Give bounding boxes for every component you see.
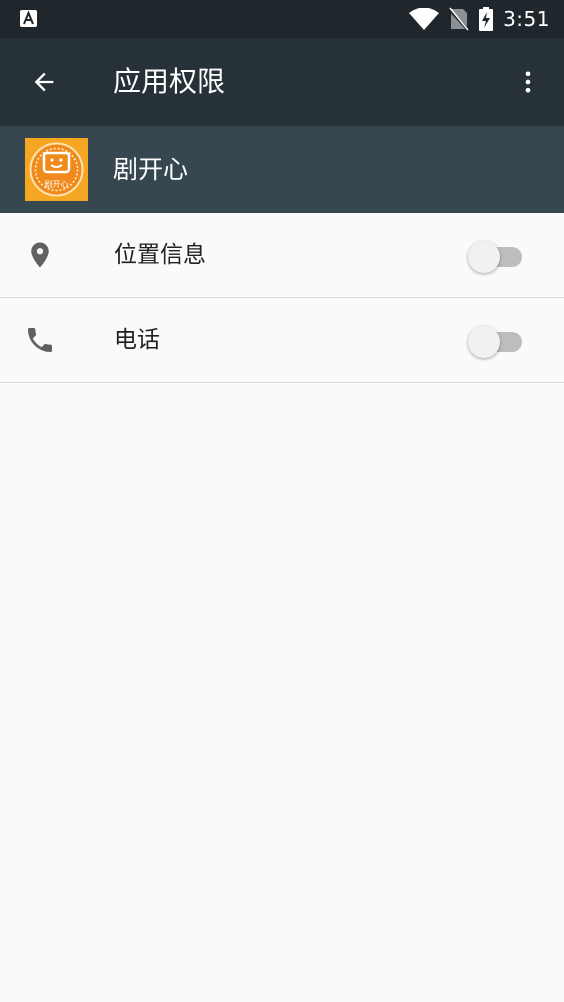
app-name: 剧开心	[113, 155, 189, 184]
wifi-icon	[409, 8, 440, 30]
status-bar: 3:51	[0, 0, 564, 38]
font-a-icon	[20, 10, 37, 27]
app-icon-label: 剧开心	[45, 180, 69, 189]
switch-thumb	[468, 241, 500, 273]
no-sim-icon	[449, 7, 470, 31]
permission-label: 电话	[114, 327, 160, 353]
phone-permission-switch[interactable]	[468, 326, 524, 358]
permission-label: 位置信息	[114, 242, 206, 268]
permission-row-location[interactable]: 位置信息	[0, 213, 564, 298]
more-vert-icon	[525, 71, 531, 93]
status-icons: 3:51	[409, 0, 550, 38]
permission-row-phone[interactable]: 电话	[0, 298, 564, 383]
permission-list: 位置信息 电话	[0, 213, 564, 383]
app-header: 剧开心 剧开心	[0, 126, 564, 213]
page-title: 应用权限	[113, 65, 226, 98]
location-permission-switch[interactable]	[468, 241, 524, 273]
location-pin-icon	[20, 235, 60, 275]
overflow-menu-button[interactable]	[506, 60, 550, 104]
arrow-back-icon	[34, 72, 54, 92]
phone-icon	[20, 320, 60, 360]
back-button[interactable]	[22, 60, 66, 104]
app-bar: 应用权限	[0, 38, 564, 126]
status-time: 3:51	[503, 7, 550, 31]
app-icon: 剧开心	[25, 138, 88, 201]
switch-thumb	[468, 326, 500, 358]
battery-charging-icon	[479, 7, 494, 31]
